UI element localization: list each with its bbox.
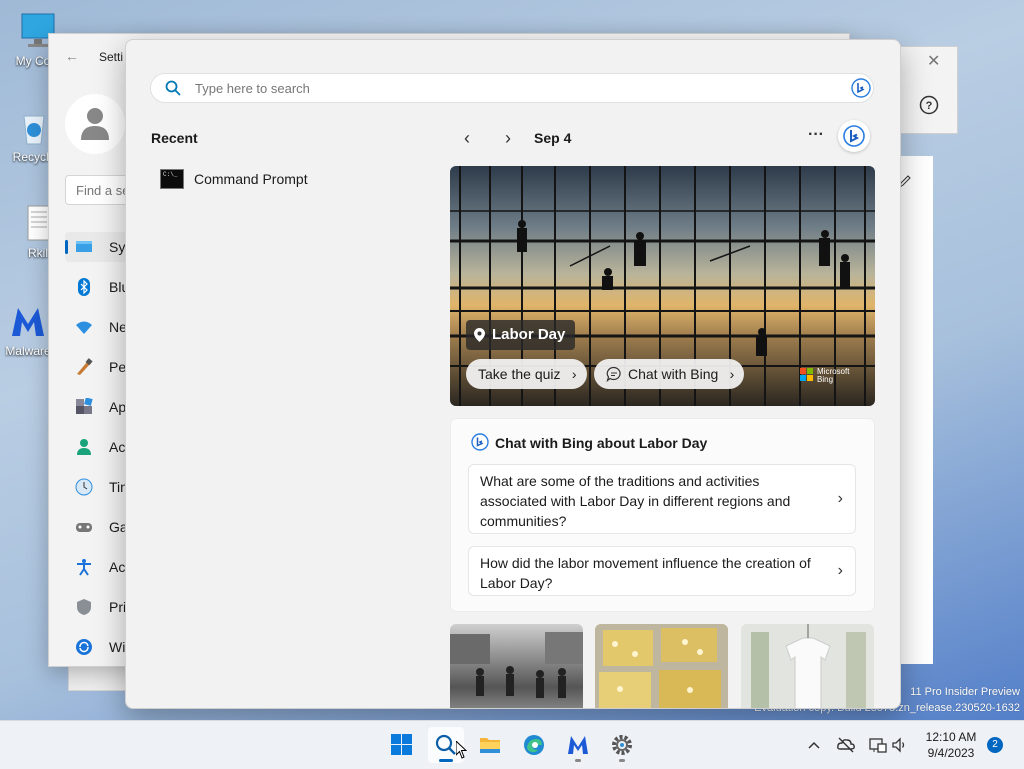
- system-icon: [76, 241, 92, 252]
- settings-taskbar-button[interactable]: [604, 727, 640, 763]
- search-input[interactable]: [193, 80, 797, 97]
- previous-day-button[interactable]: ‹: [455, 128, 479, 150]
- gaming-icon: [76, 523, 92, 532]
- bing-button[interactable]: [838, 120, 870, 152]
- chat-question-text: How did the labor movement influence the…: [480, 555, 811, 591]
- search-flyout: Recent Command Prompt ‹ › Sep 4 ···: [125, 39, 901, 709]
- user-avatar[interactable]: [65, 94, 125, 154]
- nav-label: Pri: [109, 599, 127, 615]
- thumbnail-popcorn-bars[interactable]: [595, 624, 728, 708]
- white-shirt-image: [741, 624, 874, 708]
- cloud-offline-icon[interactable]: [836, 735, 856, 755]
- location-pin-icon: [474, 328, 485, 342]
- next-day-button[interactable]: ›: [496, 128, 520, 150]
- find-placeholder: Find a se: [76, 183, 130, 198]
- search-icon: [165, 80, 181, 96]
- active-indicator: [439, 759, 453, 762]
- thumbnail-white-shirt[interactable]: [741, 624, 874, 708]
- running-indicator: [575, 759, 581, 762]
- command-prompt-icon: [160, 169, 184, 189]
- chat-question-1[interactable]: What are some of the traditions and acti…: [468, 464, 856, 534]
- recent-item-command-prompt[interactable]: Command Prompt: [150, 164, 430, 194]
- take-quiz-button[interactable]: Take the quiz ›: [466, 359, 587, 389]
- nav-label: Ap: [109, 399, 127, 415]
- taskbar: 12:10 AM 9/4/2023 2: [0, 720, 1024, 769]
- chat-bubble-icon: [606, 366, 621, 382]
- chevron-up-icon[interactable]: [804, 735, 824, 755]
- labor-day-tag[interactable]: Labor Day: [466, 320, 576, 350]
- chat-with-bing-button[interactable]: Chat with Bing ›: [594, 359, 745, 389]
- back-arrow-icon[interactable]: ←: [65, 48, 79, 64]
- popcorn-bars-image: [595, 624, 728, 708]
- settings-window-titlebar-right: ✕ ?: [898, 46, 958, 134]
- malwarebytes-icon: [12, 308, 44, 336]
- edge-browser-icon: [524, 735, 544, 755]
- chat-with-bing-label: Chat with Bing: [628, 366, 719, 382]
- bing-icon: [843, 125, 865, 147]
- labor-day-tag-label: Labor Day: [492, 326, 566, 343]
- nav-label: Wi: [109, 639, 126, 655]
- notification-badge[interactable]: 2: [987, 737, 1003, 753]
- search-box[interactable]: [150, 73, 874, 103]
- chevron-right-icon: ›: [729, 366, 735, 382]
- network-icon: [76, 321, 92, 334]
- chevron-right-icon: ›: [837, 562, 843, 579]
- svg-text:?: ?: [926, 100, 933, 112]
- clock-time: 12:10 AM: [925, 730, 977, 744]
- mouse-cursor-icon: [456, 741, 468, 759]
- more-options-button[interactable]: ···: [804, 126, 828, 148]
- nav-label: Ac: [109, 559, 126, 575]
- chevron-right-icon: ›: [571, 366, 577, 382]
- apps-icon: [76, 398, 93, 414]
- windows-logo-icon: [391, 734, 412, 755]
- chat-with-bing-card: Chat with Bing about Labor Day What are …: [450, 418, 875, 612]
- personalization-icon: [77, 358, 93, 375]
- folder-icon: [480, 738, 500, 753]
- chevron-right-icon: ›: [837, 490, 843, 507]
- time-icon: [75, 478, 93, 496]
- microsoft-logo-icon: [800, 368, 813, 381]
- recent-heading: Recent: [151, 130, 198, 146]
- microsoft-bing-brand: Microsoft Bing: [817, 367, 850, 384]
- hero-image-card[interactable]: Labor Day Take the quiz › Chat with Bing…: [450, 166, 875, 406]
- windows-update-icon: [76, 639, 92, 655]
- chat-question-2[interactable]: How did the labor movement influence the…: [468, 546, 856, 596]
- accounts-icon: [77, 439, 91, 455]
- clock-date: 9/4/2023: [927, 746, 975, 760]
- malwarebytes-icon: [568, 736, 588, 754]
- malwarebytes-taskbar-button[interactable]: [560, 727, 596, 763]
- edge-button[interactable]: [516, 727, 552, 763]
- file-explorer-button[interactable]: [472, 727, 508, 763]
- privacy-icon: [77, 599, 91, 615]
- bluetooth-icon: [78, 278, 90, 296]
- settings-content-edge: [898, 156, 933, 664]
- historic-parade-image: [450, 632, 583, 698]
- system-clock[interactable]: 12:10 AM 9/4/2023: [916, 729, 986, 761]
- search-icon: [435, 734, 456, 755]
- thumbnail-historic-parade[interactable]: [450, 624, 583, 708]
- user-icon: [81, 108, 109, 140]
- settings-title: Setti: [99, 50, 124, 64]
- start-button[interactable]: [384, 727, 420, 763]
- recent-item-label: Command Prompt: [194, 171, 308, 187]
- network-status-icon[interactable]: [868, 735, 888, 755]
- accessibility-icon: [77, 559, 91, 576]
- help-icon[interactable]: ?: [919, 95, 939, 115]
- take-quiz-label: Take the quiz: [478, 366, 561, 382]
- bing-chat-icon: [471, 433, 489, 451]
- gear-icon: [612, 735, 632, 755]
- close-icon[interactable]: ✕: [927, 51, 940, 71]
- volume-icon[interactable]: [890, 735, 910, 755]
- bing-chat-icon[interactable]: [851, 78, 871, 98]
- chat-question-text: What are some of the traditions and acti…: [480, 473, 791, 529]
- date-label: Sep 4: [534, 130, 572, 146]
- watermark-line1: 11 Pro Insider Preview: [910, 686, 1020, 698]
- running-indicator: [619, 759, 625, 762]
- nav-label: Ac: [109, 439, 126, 455]
- chat-card-heading: Chat with Bing about Labor Day: [495, 435, 708, 451]
